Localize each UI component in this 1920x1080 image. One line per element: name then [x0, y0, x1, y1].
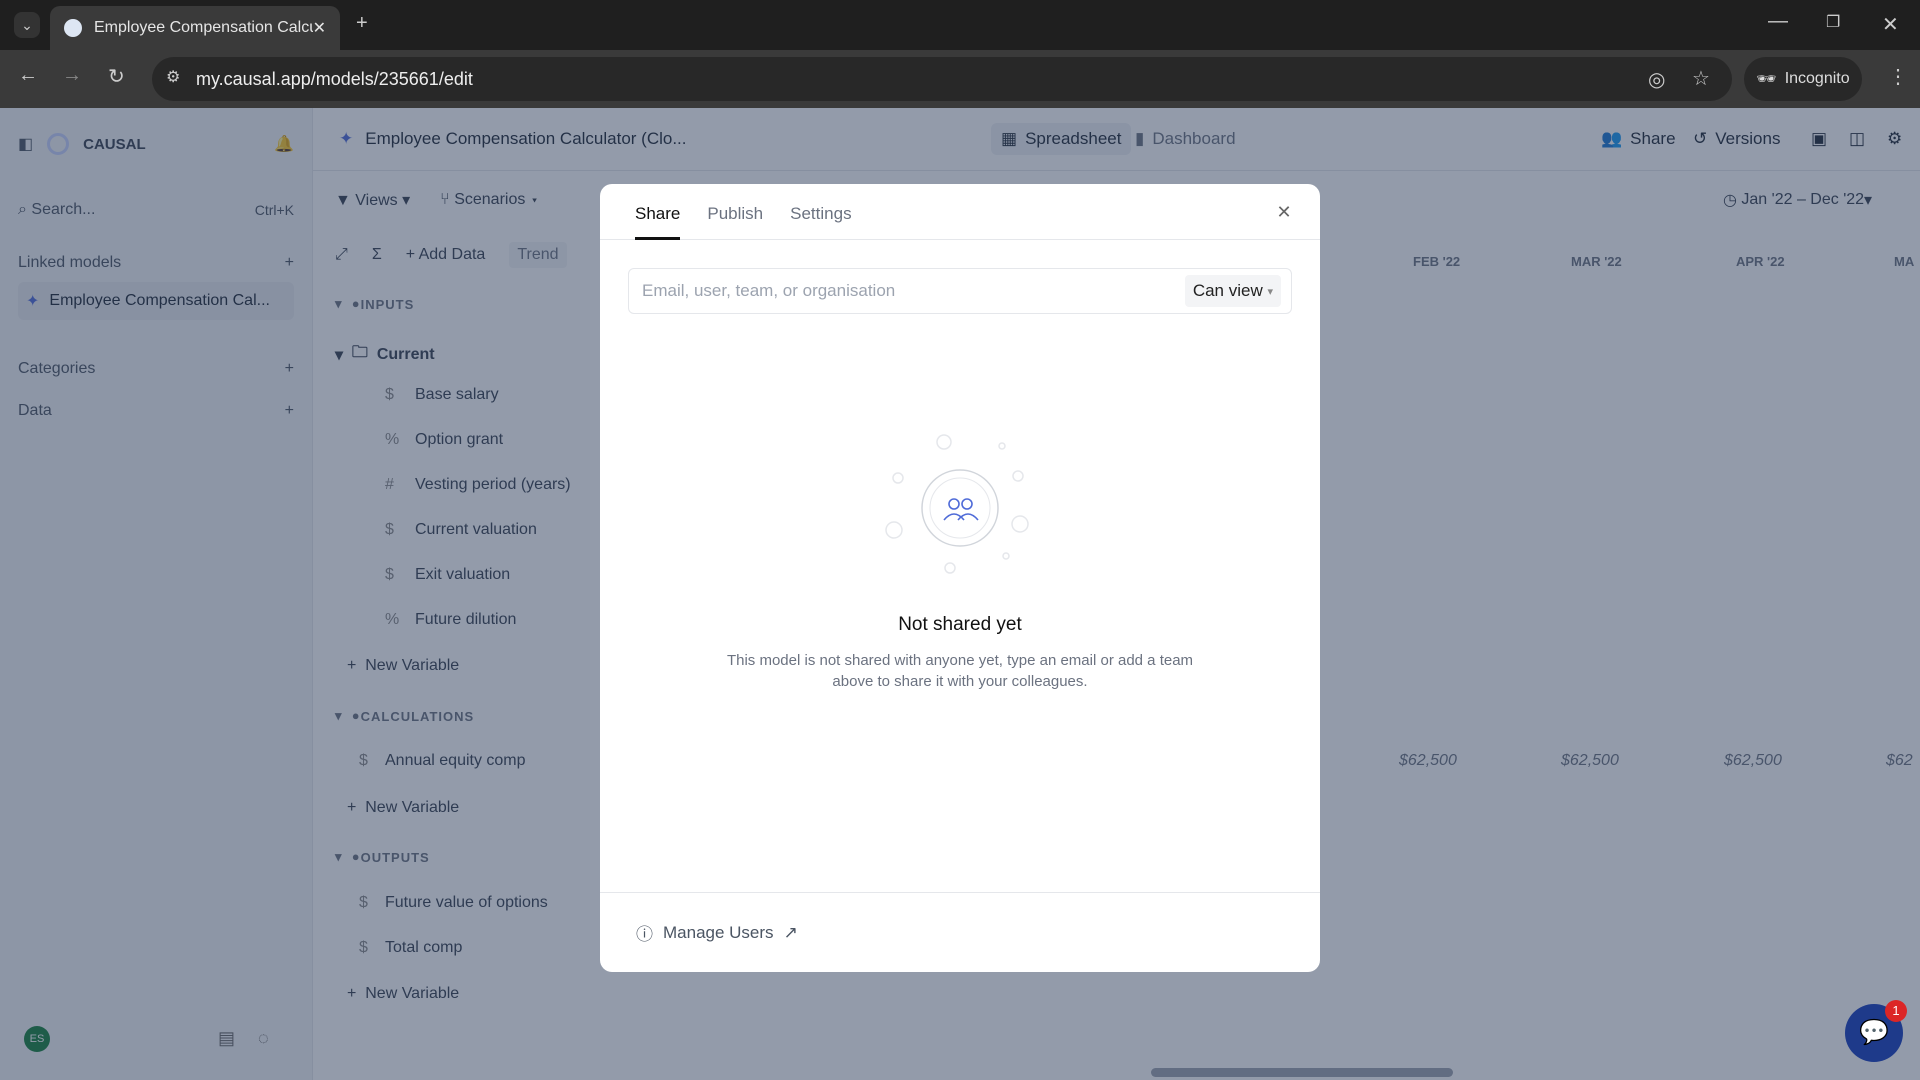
minimize-icon[interactable]: —: [1768, 10, 1788, 33]
tab-settings[interactable]: Settings: [790, 184, 851, 240]
new-tab-icon[interactable]: +: [356, 12, 368, 35]
modal-footer: ⓘ Manage Users ↗: [600, 892, 1320, 972]
incognito-badge[interactable]: 🕶 Incognito: [1744, 57, 1862, 101]
incognito-icon: 🕶: [1756, 71, 1777, 88]
notification-badge: 1: [1885, 1000, 1907, 1022]
forward-icon: →: [62, 64, 82, 86]
chat-bubble-icon: 💬: [1859, 1019, 1889, 1046]
tab-publish[interactable]: Publish: [707, 184, 763, 240]
restore-icon[interactable]: ❐: [1826, 12, 1840, 32]
site-info-icon[interactable]: ⚙: [166, 67, 180, 87]
address-bar-row: ← → ↻ ⚙ my.causal.app/models/235661/edit…: [0, 50, 1920, 108]
reload-icon[interactable]: ↻: [108, 64, 125, 89]
bookmark-star-icon[interactable]: ☆: [1692, 66, 1710, 91]
chat-widget-button[interactable]: 💬 1: [1845, 1000, 1907, 1062]
manage-users-link[interactable]: ⓘ Manage Users ↗: [636, 920, 798, 945]
browser-tab-strip: ⌄ Employee Compensation Calcul ✕ + — ❐ ✕: [0, 0, 1920, 50]
info-icon: ⓘ: [636, 925, 653, 944]
eye-off-icon[interactable]: ◎: [1648, 67, 1665, 92]
tab-search-icon[interactable]: ⌄: [14, 12, 40, 38]
chevron-down-icon: ▾: [1267, 285, 1273, 298]
close-tab-icon[interactable]: ✕: [313, 18, 326, 38]
back-icon[interactable]: ←: [18, 64, 38, 87]
browser-menu-icon[interactable]: ⋮: [1888, 64, 1908, 89]
people-illustration-icon: [885, 434, 1029, 574]
share-modal: Share Publish Settings ✕ Email, user, te…: [600, 184, 1320, 972]
modal-tabs: Share Publish Settings: [600, 184, 1320, 240]
empty-state: Not shared yet This model is not shared …: [726, 614, 1194, 690]
close-icon[interactable]: ✕: [1272, 200, 1296, 224]
tab-share[interactable]: Share: [635, 184, 681, 240]
url-bar[interactable]: ⚙ my.causal.app/models/235661/edit ◎ ☆: [152, 57, 1732, 101]
browser-tab[interactable]: Employee Compensation Calcul ✕: [50, 6, 340, 50]
favicon-icon: [64, 19, 82, 37]
permission-dropdown[interactable]: Can view ▾: [1184, 275, 1281, 307]
external-link-icon: ↗: [783, 922, 798, 942]
share-invite-input[interactable]: Email, user, team, or organisation Can v…: [628, 268, 1292, 314]
close-window-icon[interactable]: ✕: [1882, 12, 1899, 37]
